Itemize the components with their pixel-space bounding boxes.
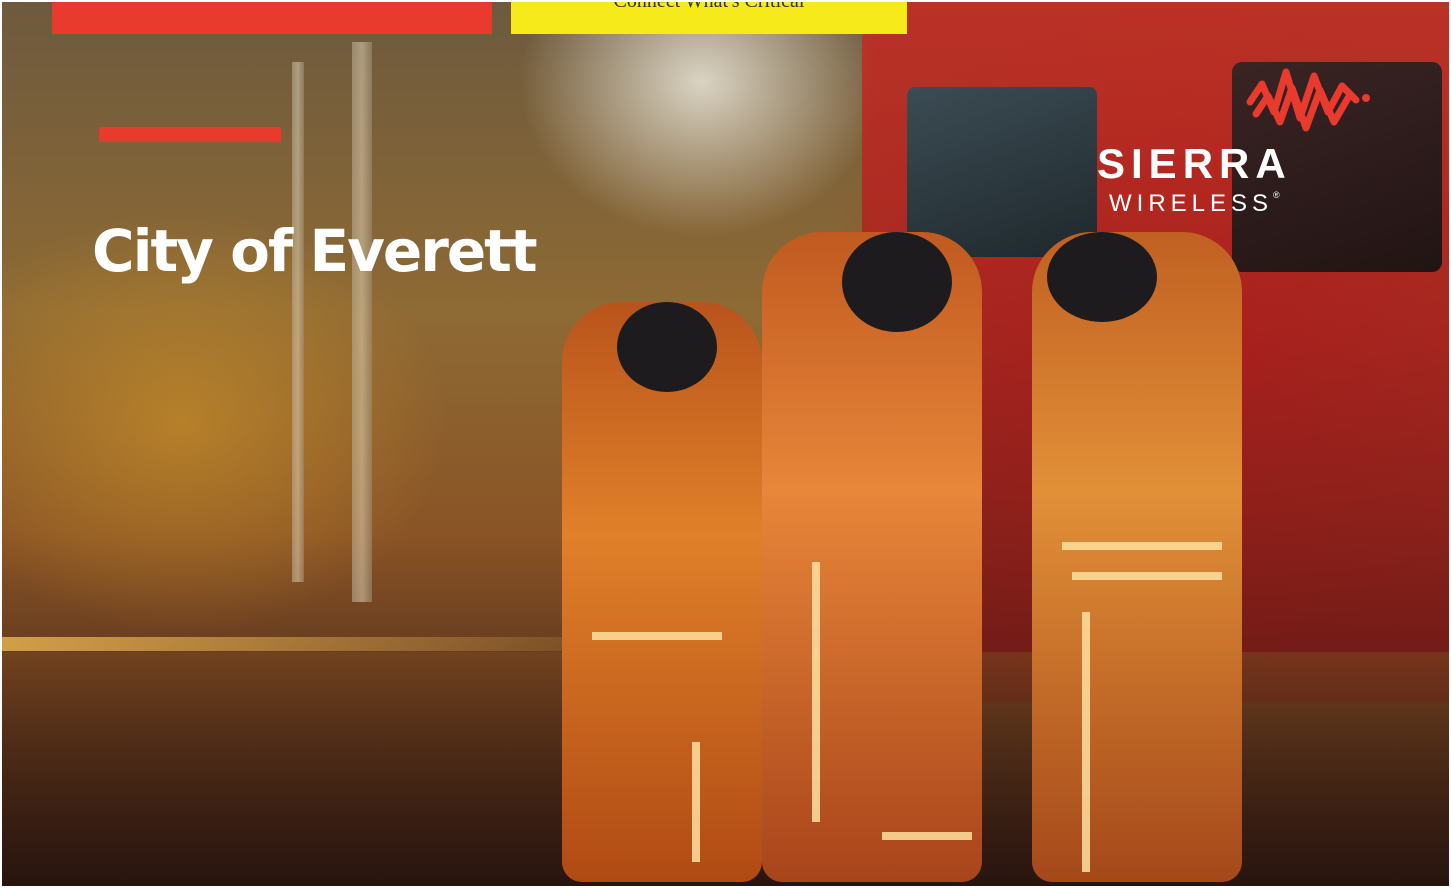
wave-mark-icon <box>1246 68 1370 132</box>
firefighter-right <box>1032 232 1242 882</box>
registered-mark: ® <box>1273 190 1280 200</box>
helmet <box>617 302 717 392</box>
tagline: Connect What's Critical <box>511 2 907 13</box>
logo-wordmark-primary: SIERRA <box>1097 140 1292 187</box>
title-accent-bar <box>99 127 281 142</box>
reflective-stripe <box>1082 612 1090 872</box>
reflective-stripe <box>882 832 972 840</box>
pillar <box>352 42 372 602</box>
pillar <box>292 62 304 582</box>
reflective-stripe <box>1072 572 1222 580</box>
firefighter-middle <box>762 232 982 882</box>
reflective-stripe <box>1062 542 1222 550</box>
top-accent-bar-red <box>52 2 492 34</box>
truck-windshield <box>907 87 1097 257</box>
reflective-stripe <box>812 562 820 822</box>
slide-title: City of Everett <box>92 217 538 285</box>
slide: Connect What's Critical City of Everett … <box>2 2 1449 886</box>
sierra-wireless-logo: SIERRA WIRELESS® <box>1097 62 1370 222</box>
firefighter-left <box>562 302 762 882</box>
top-accent-bar-yellow: Connect What's Critical <box>511 2 907 34</box>
helmet <box>842 232 952 332</box>
helmet <box>1047 232 1157 322</box>
reflective-stripe <box>592 632 722 640</box>
logo-wordmark-secondary-text: WIRELESS <box>1109 190 1274 217</box>
logo-wordmark-secondary: WIRELESS® <box>1109 190 1280 218</box>
reflective-stripe <box>692 742 700 862</box>
